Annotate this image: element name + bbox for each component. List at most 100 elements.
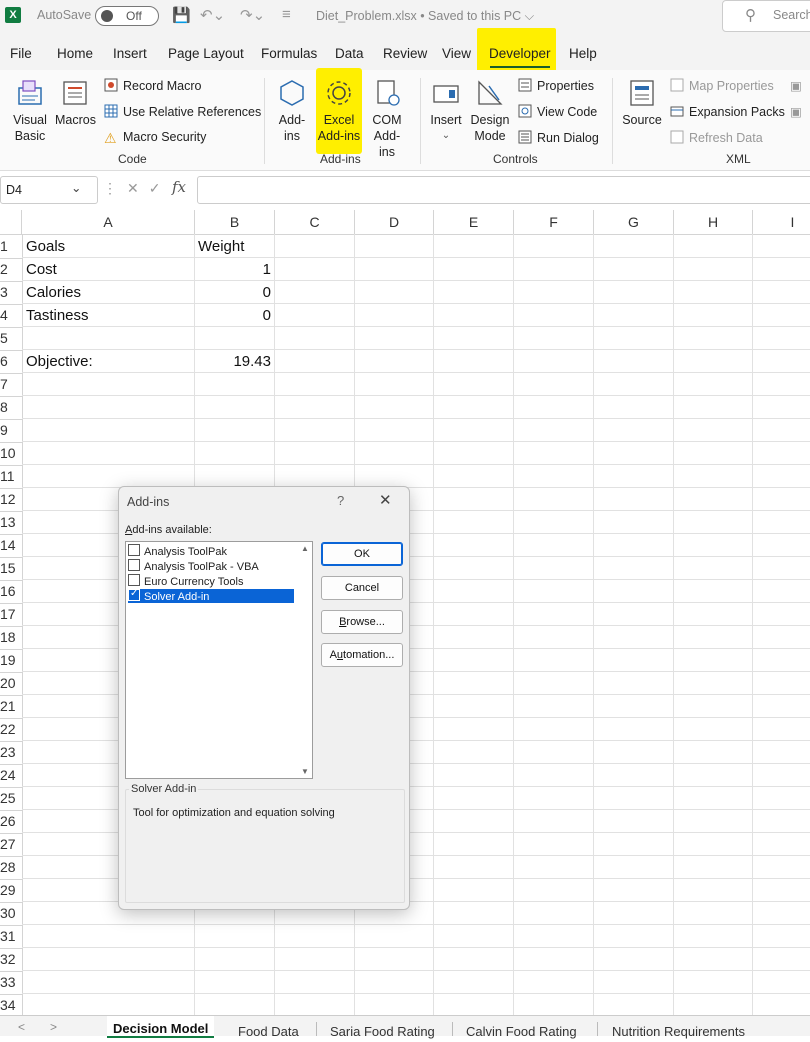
row-header[interactable]: 7: [0, 373, 23, 397]
row-header[interactable]: 24: [0, 764, 23, 788]
row-header[interactable]: 1: [0, 235, 23, 259]
column-header[interactable]: B: [195, 210, 275, 235]
customize-quick-access-icon[interactable]: ≡: [282, 6, 291, 23]
close-icon[interactable]: ✕: [379, 491, 392, 509]
name-box[interactable]: D4 ⌄: [0, 176, 98, 204]
row-header[interactable]: 18: [0, 626, 23, 650]
row-header[interactable]: 3: [0, 281, 23, 305]
list-item[interactable]: Analysis ToolPak: [128, 544, 294, 558]
row-header[interactable]: 2: [0, 258, 23, 282]
menu-view[interactable]: View: [442, 46, 471, 61]
save-icon[interactable]: 💾: [172, 6, 191, 24]
use-relative-references-button[interactable]: Use Relative References: [104, 104, 261, 119]
checkbox[interactable]: ✓: [128, 588, 140, 601]
tab-scroll-left-icon[interactable]: <: [18, 1020, 25, 1034]
cancel-icon[interactable]: ✕: [127, 180, 149, 196]
column-header[interactable]: F: [514, 210, 594, 235]
menu-data[interactable]: Data: [335, 46, 364, 61]
macro-security-button[interactable]: ⚠ Macro Security: [104, 130, 206, 146]
listbox-scrollbar[interactable]: ▲ ▼: [299, 544, 311, 776]
document-title[interactable]: Diet_Problem.xlsx • Saved to this PC ⌵: [316, 9, 534, 24]
design-mode-button[interactable]: Design Mode: [470, 78, 510, 144]
run-dialog-button[interactable]: Run Dialog: [518, 130, 599, 145]
redo-icon[interactable]: ↷⌄: [240, 6, 265, 24]
cell-b6[interactable]: 19.43: [198, 350, 271, 373]
list-item[interactable]: Analysis ToolPak - VBA: [128, 559, 294, 573]
scroll-down-icon[interactable]: ▼: [301, 767, 309, 776]
undo-icon[interactable]: ↶⌄: [200, 6, 225, 24]
view-code-button[interactable]: View Code: [518, 104, 597, 119]
menu-review[interactable]: Review: [383, 46, 427, 61]
tab-scroll-right-icon[interactable]: >: [50, 1020, 57, 1034]
row-header[interactable]: 16: [0, 580, 23, 604]
row-header[interactable]: 6: [0, 350, 23, 374]
insert-control-button[interactable]: Insert ⌄: [428, 78, 464, 144]
row-header[interactable]: 20: [0, 672, 23, 696]
excel-addins-button[interactable]: Excel Add-ins: [316, 78, 362, 144]
row-header[interactable]: 28: [0, 856, 23, 880]
row-header[interactable]: 14: [0, 534, 23, 558]
row-header[interactable]: 26: [0, 810, 23, 834]
menu-file[interactable]: File: [10, 46, 32, 61]
row-header[interactable]: 30: [0, 902, 23, 926]
more-icon[interactable]: ⋮: [103, 180, 127, 196]
column-header[interactable]: C: [275, 210, 355, 235]
sheet-tab-nutrition-requirements[interactable]: Nutrition Requirements: [612, 1024, 745, 1039]
visual-basic-button[interactable]: Visual Basic: [10, 78, 50, 144]
export-icon[interactable]: ▣: [790, 104, 802, 119]
row-header[interactable]: 22: [0, 718, 23, 742]
select-all-corner[interactable]: [0, 210, 22, 235]
list-item[interactable]: Euro Currency Tools: [128, 574, 294, 588]
sheet-tab-calvin-food-rating[interactable]: Calvin Food Rating: [466, 1024, 577, 1039]
column-header[interactable]: A: [22, 210, 195, 235]
row-header[interactable]: 32: [0, 948, 23, 972]
record-macro-button[interactable]: Record Macro: [104, 78, 202, 93]
insert-function-icon[interactable]: fx: [172, 178, 186, 196]
chevron-down-icon[interactable]: ⌄: [71, 180, 81, 195]
cell-a2[interactable]: Cost: [26, 258, 191, 281]
cell-a4[interactable]: Tastiness: [26, 304, 191, 327]
row-header[interactable]: 33: [0, 971, 23, 995]
menu-formulas[interactable]: Formulas: [261, 46, 317, 61]
scroll-up-icon[interactable]: ▲: [301, 544, 309, 553]
column-header[interactable]: H: [674, 210, 753, 235]
cell-b4[interactable]: 0: [198, 304, 271, 327]
row-header[interactable]: 34: [0, 994, 23, 1015]
menu-help[interactable]: Help: [569, 46, 597, 61]
row-header[interactable]: 5: [0, 327, 23, 351]
com-addins-button[interactable]: COM Add-ins: [366, 78, 408, 160]
checkbox[interactable]: [128, 559, 140, 571]
refresh-data-button[interactable]: Refresh Data: [670, 130, 763, 145]
row-header[interactable]: 23: [0, 741, 23, 765]
cell-b3[interactable]: 0: [198, 281, 271, 304]
column-header[interactable]: I: [753, 210, 810, 235]
cell-a6[interactable]: Objective:: [26, 350, 191, 373]
row-header[interactable]: 27: [0, 833, 23, 857]
formula-input[interactable]: [197, 176, 810, 204]
map-properties-button[interactable]: Map Properties: [670, 78, 774, 93]
browse-button[interactable]: Browse...: [321, 610, 403, 634]
cell-a1[interactable]: Goals: [26, 235, 191, 258]
row-header[interactable]: 13: [0, 511, 23, 535]
menu-insert[interactable]: Insert: [113, 46, 147, 61]
row-header[interactable]: 25: [0, 787, 23, 811]
row-header[interactable]: 19: [0, 649, 23, 673]
source-button[interactable]: Source: [620, 78, 664, 128]
help-icon[interactable]: ?: [337, 493, 344, 508]
menu-home[interactable]: Home: [57, 46, 93, 61]
search-box[interactable]: ⚲ Search: [722, 0, 810, 32]
row-header[interactable]: 31: [0, 925, 23, 949]
properties-button[interactable]: Properties: [518, 78, 594, 93]
row-header[interactable]: 11: [0, 465, 23, 489]
row-header[interactable]: 17: [0, 603, 23, 627]
addins-button[interactable]: Add- ins: [274, 78, 310, 144]
row-header[interactable]: 15: [0, 557, 23, 581]
menu-page-layout[interactable]: Page Layout: [168, 46, 244, 61]
row-header[interactable]: 21: [0, 695, 23, 719]
row-header[interactable]: 12: [0, 488, 23, 512]
column-header[interactable]: E: [434, 210, 514, 235]
row-header[interactable]: 4: [0, 304, 23, 328]
addins-listbox[interactable]: Analysis ToolPak Analysis ToolPak - VBA …: [125, 541, 313, 779]
automation-button[interactable]: Automation...: [321, 643, 403, 667]
autosave-toggle[interactable]: Off: [95, 6, 159, 26]
